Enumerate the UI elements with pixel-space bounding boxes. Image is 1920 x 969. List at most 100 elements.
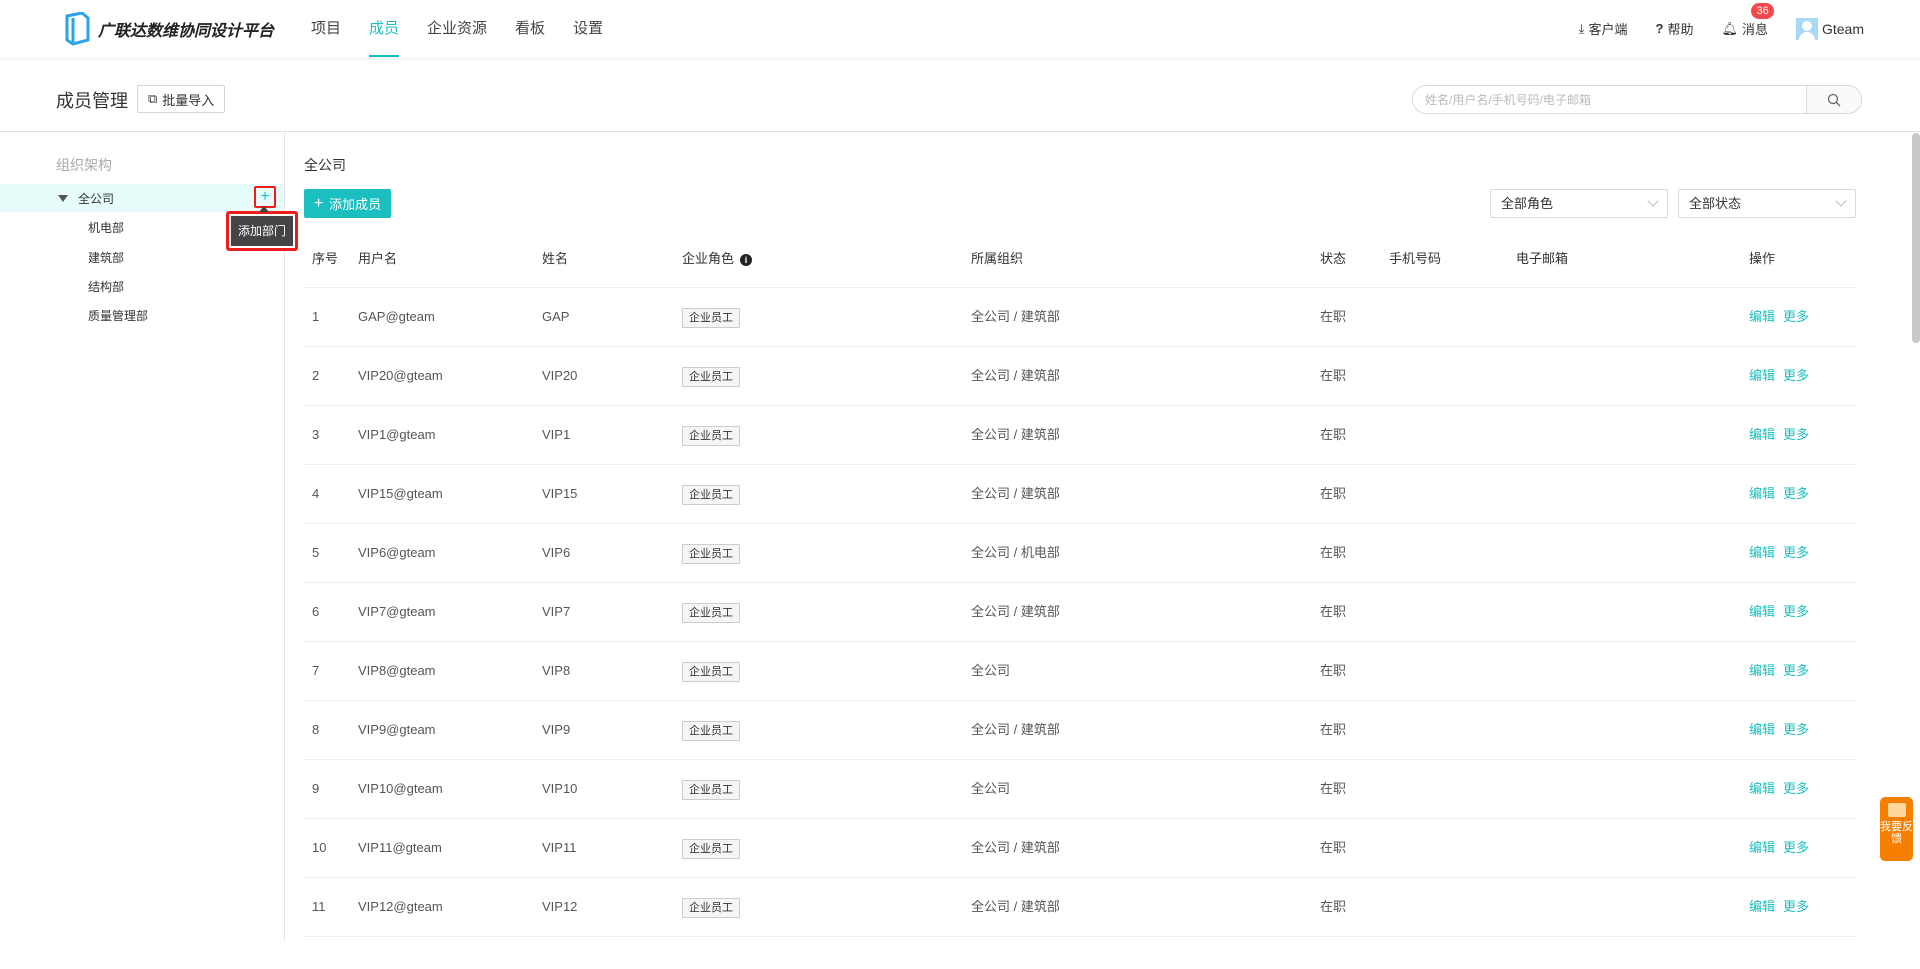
caret-down-icon[interactable] [58, 194, 68, 202]
row-status: 在职 [1320, 486, 1347, 501]
col-username: 用户名 [358, 251, 398, 266]
row-role: 企业员工 [682, 524, 740, 582]
tree-node-dept[interactable]: 结构部 [88, 278, 124, 295]
row-status: 在职 [1320, 899, 1347, 914]
nav-projects[interactable]: 项目 [311, 0, 341, 57]
edit-link[interactable]: 编辑 [1749, 663, 1775, 678]
tree-node-dept[interactable]: 建筑部 [88, 249, 124, 266]
col-role: 企业角色 i [682, 230, 753, 288]
edit-link[interactable]: 编辑 [1749, 368, 1775, 383]
more-link[interactable]: 更多 [1783, 427, 1809, 442]
row-actions: 编辑 更多 [1749, 406, 1817, 464]
edit-link[interactable]: 编辑 [1749, 899, 1775, 914]
row-status: 在职 [1320, 604, 1347, 619]
messages-link[interactable]: 🔔︎ 消息 36 [1721, 3, 1774, 38]
add-department-button[interactable]: + [254, 186, 276, 208]
search-button[interactable] [1806, 86, 1861, 113]
nav-resources[interactable]: 企业资源 [427, 0, 487, 57]
table-row: 10 VIP11@gteam VIP11 企业员工 全公司 / 建筑部 在职 编辑 更多 [304, 819, 1856, 878]
edit-link[interactable]: 编辑 [1749, 309, 1775, 324]
more-link[interactable]: 更多 [1783, 899, 1809, 914]
row-role: 企业员工 [682, 347, 740, 405]
row-no: 8 [312, 722, 320, 737]
search-input[interactable] [1413, 86, 1806, 113]
table-row: 5 VIP6@gteam VIP6 企业员工 全公司 / 机电部 在职 编辑 更多 [304, 524, 1856, 583]
edit-link[interactable]: 编辑 [1749, 604, 1775, 619]
row-status: 在职 [1320, 427, 1347, 442]
table-row: 9 VIP10@gteam VIP10 企业员工 全公司 在职 编辑 更多 [304, 760, 1856, 819]
tooltip-text: 添加部门 [231, 216, 293, 246]
messages-label: 消息 [1741, 22, 1768, 37]
scrollbar[interactable] [1912, 133, 1920, 343]
more-link[interactable]: 更多 [1783, 486, 1809, 501]
row-name: VIP6 [542, 545, 571, 560]
current-org-label: 全公司 [304, 157, 346, 173]
row-status: 在职 [1320, 663, 1347, 678]
row-org: 全公司 / 建筑部 [971, 604, 1060, 619]
row-name: VIP20 [542, 368, 578, 383]
row-role: 企业员工 [682, 819, 740, 877]
more-link[interactable]: 更多 [1783, 309, 1809, 324]
nav-settings[interactable]: 设置 [573, 0, 603, 57]
user-menu[interactable]: Gteam [1795, 17, 1864, 40]
role-tag: 企业员工 [682, 898, 740, 918]
edit-link[interactable]: 编辑 [1749, 781, 1775, 796]
add-member-button[interactable]: + 添加成员 [304, 189, 391, 218]
page-title: 成员管理 [56, 91, 128, 111]
col-name: 姓名 [542, 251, 569, 266]
table-header: 序号 用户名 姓名 企业角色 i 所属组织 状态 手机号码 电子邮箱 操作 [304, 230, 1856, 288]
row-name: GAP [542, 309, 570, 324]
more-link[interactable]: 更多 [1783, 368, 1809, 383]
col-role-label: 企业角色 [682, 251, 735, 266]
table-row: 2 VIP20@gteam VIP20 企业员工 全公司 / 建筑部 在职 编辑 更多 [304, 347, 1856, 406]
edit-link[interactable]: 编辑 [1749, 545, 1775, 560]
nav-members[interactable]: 成员 [369, 0, 400, 57]
edit-link[interactable]: 编辑 [1749, 427, 1775, 442]
more-link[interactable]: 更多 [1783, 781, 1809, 796]
row-role: 企业员工 [682, 701, 740, 759]
row-no: 3 [312, 427, 320, 442]
row-username: VIP1@gteam [358, 427, 436, 442]
feedback-label: 我要反馈 [1880, 821, 1913, 845]
feedback-button[interactable]: 我要反馈 [1880, 797, 1913, 861]
row-actions: 编辑 更多 [1749, 347, 1817, 405]
more-link[interactable]: 更多 [1783, 663, 1809, 678]
client-download-link[interactable]: ⤓ 客户端 [1579, 19, 1628, 38]
role-tag: 企业员工 [682, 603, 740, 623]
edit-link[interactable]: 编辑 [1749, 486, 1775, 501]
edit-link[interactable]: 编辑 [1749, 722, 1775, 737]
bell-icon: 🔔︎ [1721, 20, 1738, 36]
batch-import-button[interactable]: ⧉ 批量导入 [137, 85, 226, 113]
row-name: VIP12 [542, 899, 578, 914]
top-header: 广联达数维协同设计平台 项目 成员 企业资源 看板 设置 ⤓ 客户端 ? 帮助 🔔︎… [0, 0, 1920, 57]
question-icon: ? [1655, 21, 1664, 36]
row-no: 9 [312, 781, 320, 796]
tree-node-root[interactable]: 全公司 + [0, 184, 284, 212]
more-link[interactable]: 更多 [1783, 840, 1809, 855]
row-status: 在职 [1320, 545, 1347, 560]
row-actions: 编辑 更多 [1749, 878, 1817, 936]
add-department-tooltip: 添加部门 [226, 206, 298, 251]
row-name: VIP1 [542, 427, 571, 442]
more-link[interactable]: 更多 [1783, 722, 1809, 737]
row-role: 企业员工 [682, 406, 740, 464]
title-bar: 成员管理 ⧉ 批量导入 [0, 57, 1920, 132]
row-username: VIP10@gteam [358, 781, 443, 796]
more-link[interactable]: 更多 [1783, 545, 1809, 560]
org-title: 组织架构 [56, 157, 112, 173]
row-username: VIP6@gteam [358, 545, 436, 560]
tree-node-dept[interactable]: 机电部 [88, 219, 124, 236]
edit-link[interactable]: 编辑 [1749, 840, 1775, 855]
help-link[interactable]: ? 帮助 [1655, 19, 1693, 38]
row-org: 全公司 / 建筑部 [971, 486, 1060, 501]
row-org: 全公司 / 建筑部 [971, 722, 1060, 737]
info-icon[interactable]: i [740, 254, 753, 266]
more-link[interactable]: 更多 [1783, 604, 1809, 619]
row-no: 7 [312, 663, 320, 678]
search-box [1412, 85, 1862, 114]
tree-node-dept[interactable]: 质量管理部 [88, 307, 148, 324]
logo[interactable]: 广联达数维协同设计平台 [64, 12, 274, 46]
status-filter-select[interactable]: 全部状态 [1678, 189, 1856, 218]
nav-dashboard[interactable]: 看板 [515, 0, 545, 57]
role-filter-select[interactable]: 全部角色 [1490, 189, 1668, 218]
